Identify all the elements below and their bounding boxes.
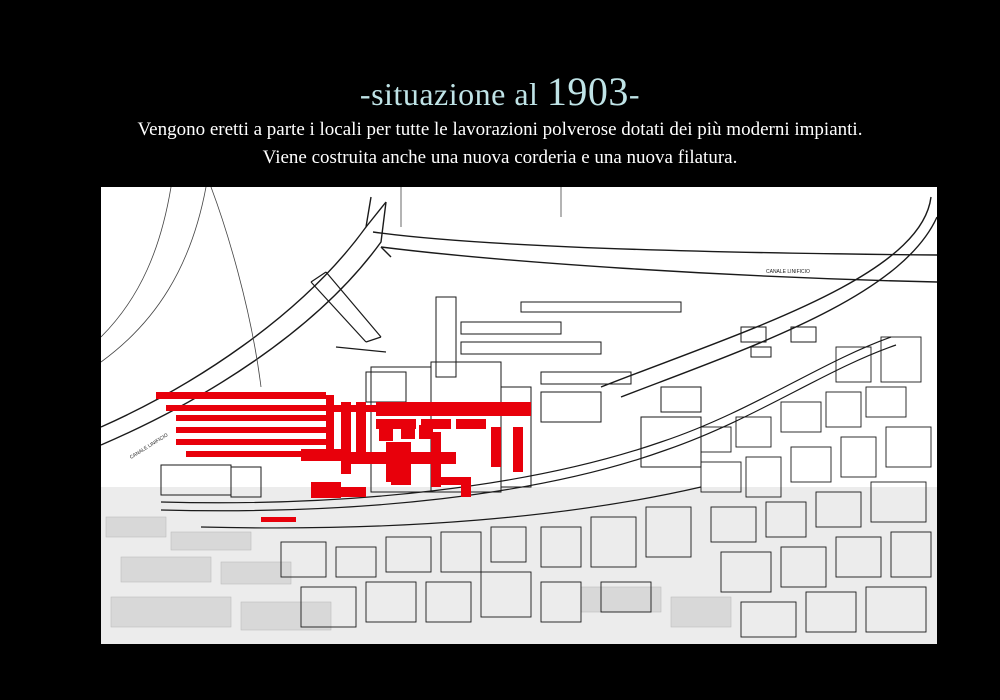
title-suffix: - xyxy=(628,76,641,112)
site-plan-map: CANALE LINIFICIO CANALE LINIFICIO xyxy=(101,187,937,644)
caption-line-2: Viene costruita anche una nuova corderia… xyxy=(262,147,738,168)
sluice-structure xyxy=(310,271,387,353)
title-year: 1903 xyxy=(546,69,629,114)
canal-label-left: CANALE LINIFICIO xyxy=(129,432,170,460)
river-outline xyxy=(101,187,562,388)
title-prefix: -situazione al xyxy=(359,76,547,112)
caption-line-1: Vengono eretti a parte i locali per tutt… xyxy=(137,119,863,140)
page-title: -situazione al 1903- xyxy=(0,70,1000,116)
site-plan-drawing: CANALE LINIFICIO CANALE LINIFICIO xyxy=(101,187,937,644)
canal-label-right: CANALE LINIFICIO xyxy=(766,269,810,275)
